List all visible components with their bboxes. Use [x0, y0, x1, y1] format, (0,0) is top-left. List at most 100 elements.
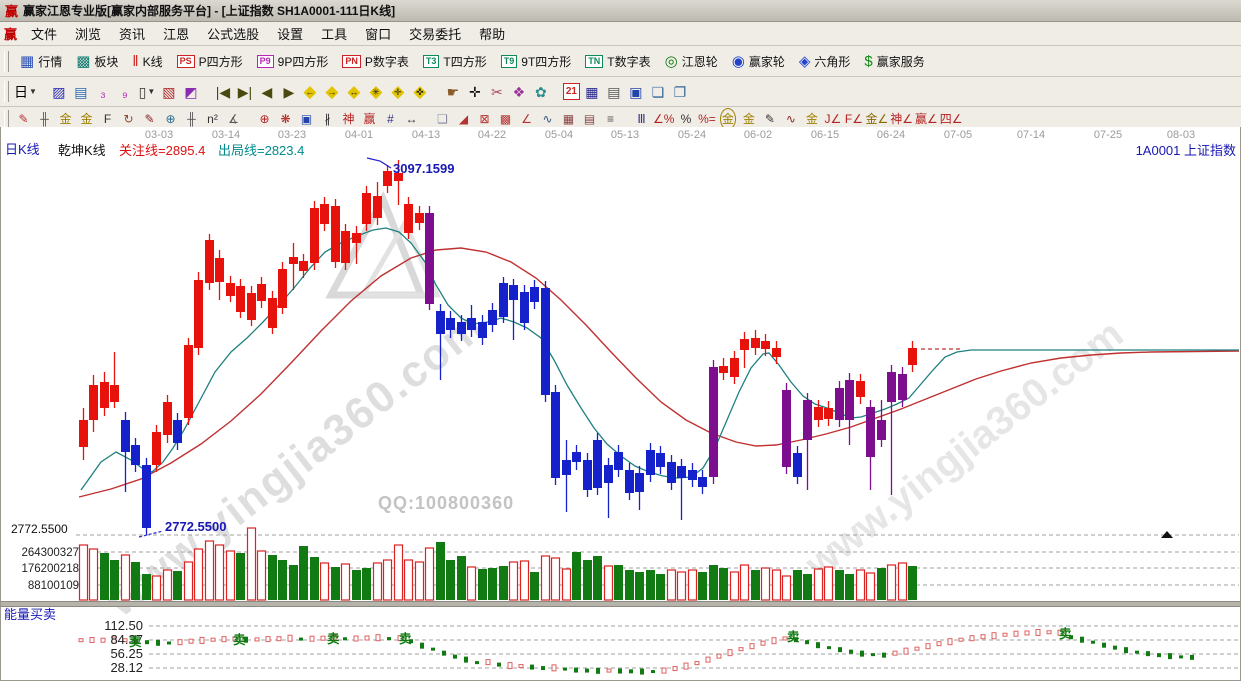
save-button[interactable]: ▣ [626, 82, 646, 102]
ruler-123-tool[interactable]: # [381, 110, 400, 128]
spiral-tool[interactable]: ↻ [119, 110, 138, 128]
pattern-icon[interactable]: ▧ [159, 82, 179, 102]
bars-3-icon[interactable]: ₃ [93, 82, 113, 102]
pencil-tool[interactable]: ✎ [14, 110, 33, 128]
p-number-button[interactable]: PNP数字表 [335, 51, 416, 72]
j-angle-tool[interactable]: J∠ [823, 110, 842, 128]
percent-angle-tool[interactable]: ∠% [653, 110, 674, 128]
target-tool[interactable]: ⊕ [255, 110, 274, 128]
menu-item-file[interactable]: 文件 [22, 21, 66, 46]
menu-item-settings[interactable]: 设置 [268, 21, 312, 46]
four-angle-tool[interactable]: 四∠ [940, 110, 963, 128]
grid2-tool[interactable]: ▤ [580, 110, 599, 128]
pencil2-tool[interactable]: ✎ [140, 110, 159, 128]
shen-grid-tool[interactable]: 神 [339, 110, 358, 128]
n-squared-tool[interactable]: n² [203, 110, 222, 128]
t-square-button[interactable]: T3T四方形 [416, 51, 494, 72]
pane-splitter[interactable] [1, 601, 1240, 607]
trend-angle-tool[interactable]: ∠ [517, 110, 536, 128]
hand-tool-button[interactable]: ☛ [443, 82, 463, 102]
: ← [301, 86, 319, 98]
nine-p-square-button[interactable]: P99P四方形 [250, 51, 336, 72]
flower-tool-button[interactable]: ✿ [531, 82, 551, 102]
box-x-tool[interactable]: ⊠ [475, 110, 494, 128]
comb2-tool[interactable]: ╫ [182, 110, 201, 128]
diamond-star-button[interactable]: ◆✛ [389, 82, 409, 102]
color-bars-icon[interactable]: ◩ [181, 82, 201, 102]
diamond-cross-button[interactable]: ◆✜ [411, 82, 431, 102]
circle-grid-tool[interactable]: ⊕ [161, 110, 180, 128]
fan-lines-tool[interactable]: ◢ [454, 110, 473, 128]
menu-item-window[interactable]: 窗口 [356, 21, 400, 46]
diamond-expand-button[interactable]: ◆✳ [367, 82, 387, 102]
comb-tool[interactable]: ╫ [35, 110, 54, 128]
menu-item-tools[interactable]: 工具 [312, 21, 356, 46]
pencil-bars-tool[interactable]: ✎ [760, 110, 779, 128]
computer-button[interactable]: ❐ [670, 82, 690, 102]
window-drag-tool[interactable]: ❑ [433, 110, 452, 128]
diamond-right-button[interactable]: ◆→ [323, 82, 343, 102]
info-list-icon[interactable]: ▤ [71, 82, 91, 102]
percent-tool[interactable]: % [676, 110, 695, 128]
hrange-tool[interactable]: ↔ [402, 110, 421, 128]
gold-underline-tool[interactable]: 金 [802, 110, 821, 128]
diamond-hmove-button[interactable]: ◆↔ [345, 82, 365, 102]
box-hatch-tool[interactable]: ▩ [496, 110, 515, 128]
nav-next-button[interactable]: ▶ [279, 82, 299, 102]
menu-item-browse[interactable]: 浏览 [66, 21, 110, 46]
period-day-button[interactable]: 日▼ [14, 82, 37, 102]
p-square-button[interactable]: PSP四方形 [170, 51, 250, 72]
hexagon-button[interactable]: ◈六角形 [792, 51, 858, 72]
ebars-tool[interactable]: Ⅲ [632, 110, 651, 128]
diamond-left-button[interactable]: ◆← [301, 82, 321, 102]
percent-line-tool[interactable]: %= [697, 110, 716, 128]
crosshair-tool-button[interactable]: ✛ [465, 82, 485, 102]
menu-item-help[interactable]: 帮助 [470, 21, 514, 46]
menu-item-trade[interactable]: 交易委托 [400, 21, 470, 46]
web-tool[interactable]: ❋ [276, 110, 295, 128]
grid-tool[interactable]: ▦ [559, 110, 578, 128]
lines-tool[interactable]: ≡ [601, 110, 620, 128]
t-number-button[interactable]: TNT数字表 [578, 51, 657, 72]
bars-9-icon[interactable]: ₉ [115, 82, 135, 102]
single-candle-button[interactable]: ▯▼ [137, 82, 157, 102]
m-mark-tool[interactable]: ∦ [318, 110, 337, 128]
winner-service-button[interactable]: $赢家服务 [857, 51, 931, 72]
quotes-button[interactable]: ▦行情 [13, 51, 69, 72]
gold-lines-tool[interactable]: 金 [739, 110, 758, 128]
price-chart-canvas[interactable]: 03-0303-1403-2304-0104-1304-2205-0405-13… [1, 127, 1240, 680]
calculator-button[interactable]: ▦ [582, 82, 602, 102]
cut-tool-button[interactable]: ✂ [487, 82, 507, 102]
angle-tool[interactable]: ∡ [224, 110, 243, 128]
menu-item-news[interactable]: 资讯 [110, 21, 154, 46]
box-grid-tool[interactable]: ▣ [297, 110, 316, 128]
shen-angle-tool[interactable]: 神∠ [890, 110, 913, 128]
kline-button[interactable]: ‖K线 [125, 51, 169, 72]
win-angle-tool[interactable]: 赢∠ [915, 110, 938, 128]
nav-prev-button[interactable]: ◀ [257, 82, 277, 102]
calendar-button[interactable]: 21 [563, 83, 580, 100]
gann-wheel-button[interactable]: ◎江恩轮 [658, 51, 725, 72]
menu-item-gann[interactable]: 江恩 [154, 21, 198, 46]
chart-window-icon[interactable]: ▨ [49, 82, 69, 102]
nav-first-button[interactable]: |◀ [213, 82, 233, 102]
nine-t-square-button[interactable]: T99T四方形 [494, 51, 579, 72]
gold-angle-tool[interactable]: 金∠ [865, 110, 888, 128]
gold-grid2-tool[interactable]: 金 [77, 110, 96, 128]
f-grid-tool[interactable]: F [98, 110, 117, 128]
gold-circle-tool[interactable]: 金 [718, 110, 737, 128]
volume-series [80, 528, 918, 600]
wave-check-tool[interactable]: ∿ [538, 110, 557, 128]
wave-tool[interactable]: ∿ [781, 110, 800, 128]
gold-grid-tool[interactable]: 金 [56, 110, 75, 128]
nav-last-button[interactable]: ▶| [235, 82, 255, 102]
winner-wheel-button[interactable]: ◉赢家轮 [725, 51, 792, 72]
win-grid-tool[interactable]: 赢 [360, 110, 379, 128]
chart-area[interactable]: www.yingjia360.com www.yingjia360.com QQ… [0, 127, 1241, 681]
network-button[interactable]: ❏ [648, 82, 668, 102]
sectors-button[interactable]: ▩板块 [69, 51, 125, 72]
f-angle-tool[interactable]: F∠ [844, 110, 863, 128]
notes-button[interactable]: ▤ [604, 82, 624, 102]
badge-tool-button[interactable]: ❖ [509, 82, 529, 102]
menu-item-formula-pick[interactable]: 公式选股 [198, 21, 268, 46]
